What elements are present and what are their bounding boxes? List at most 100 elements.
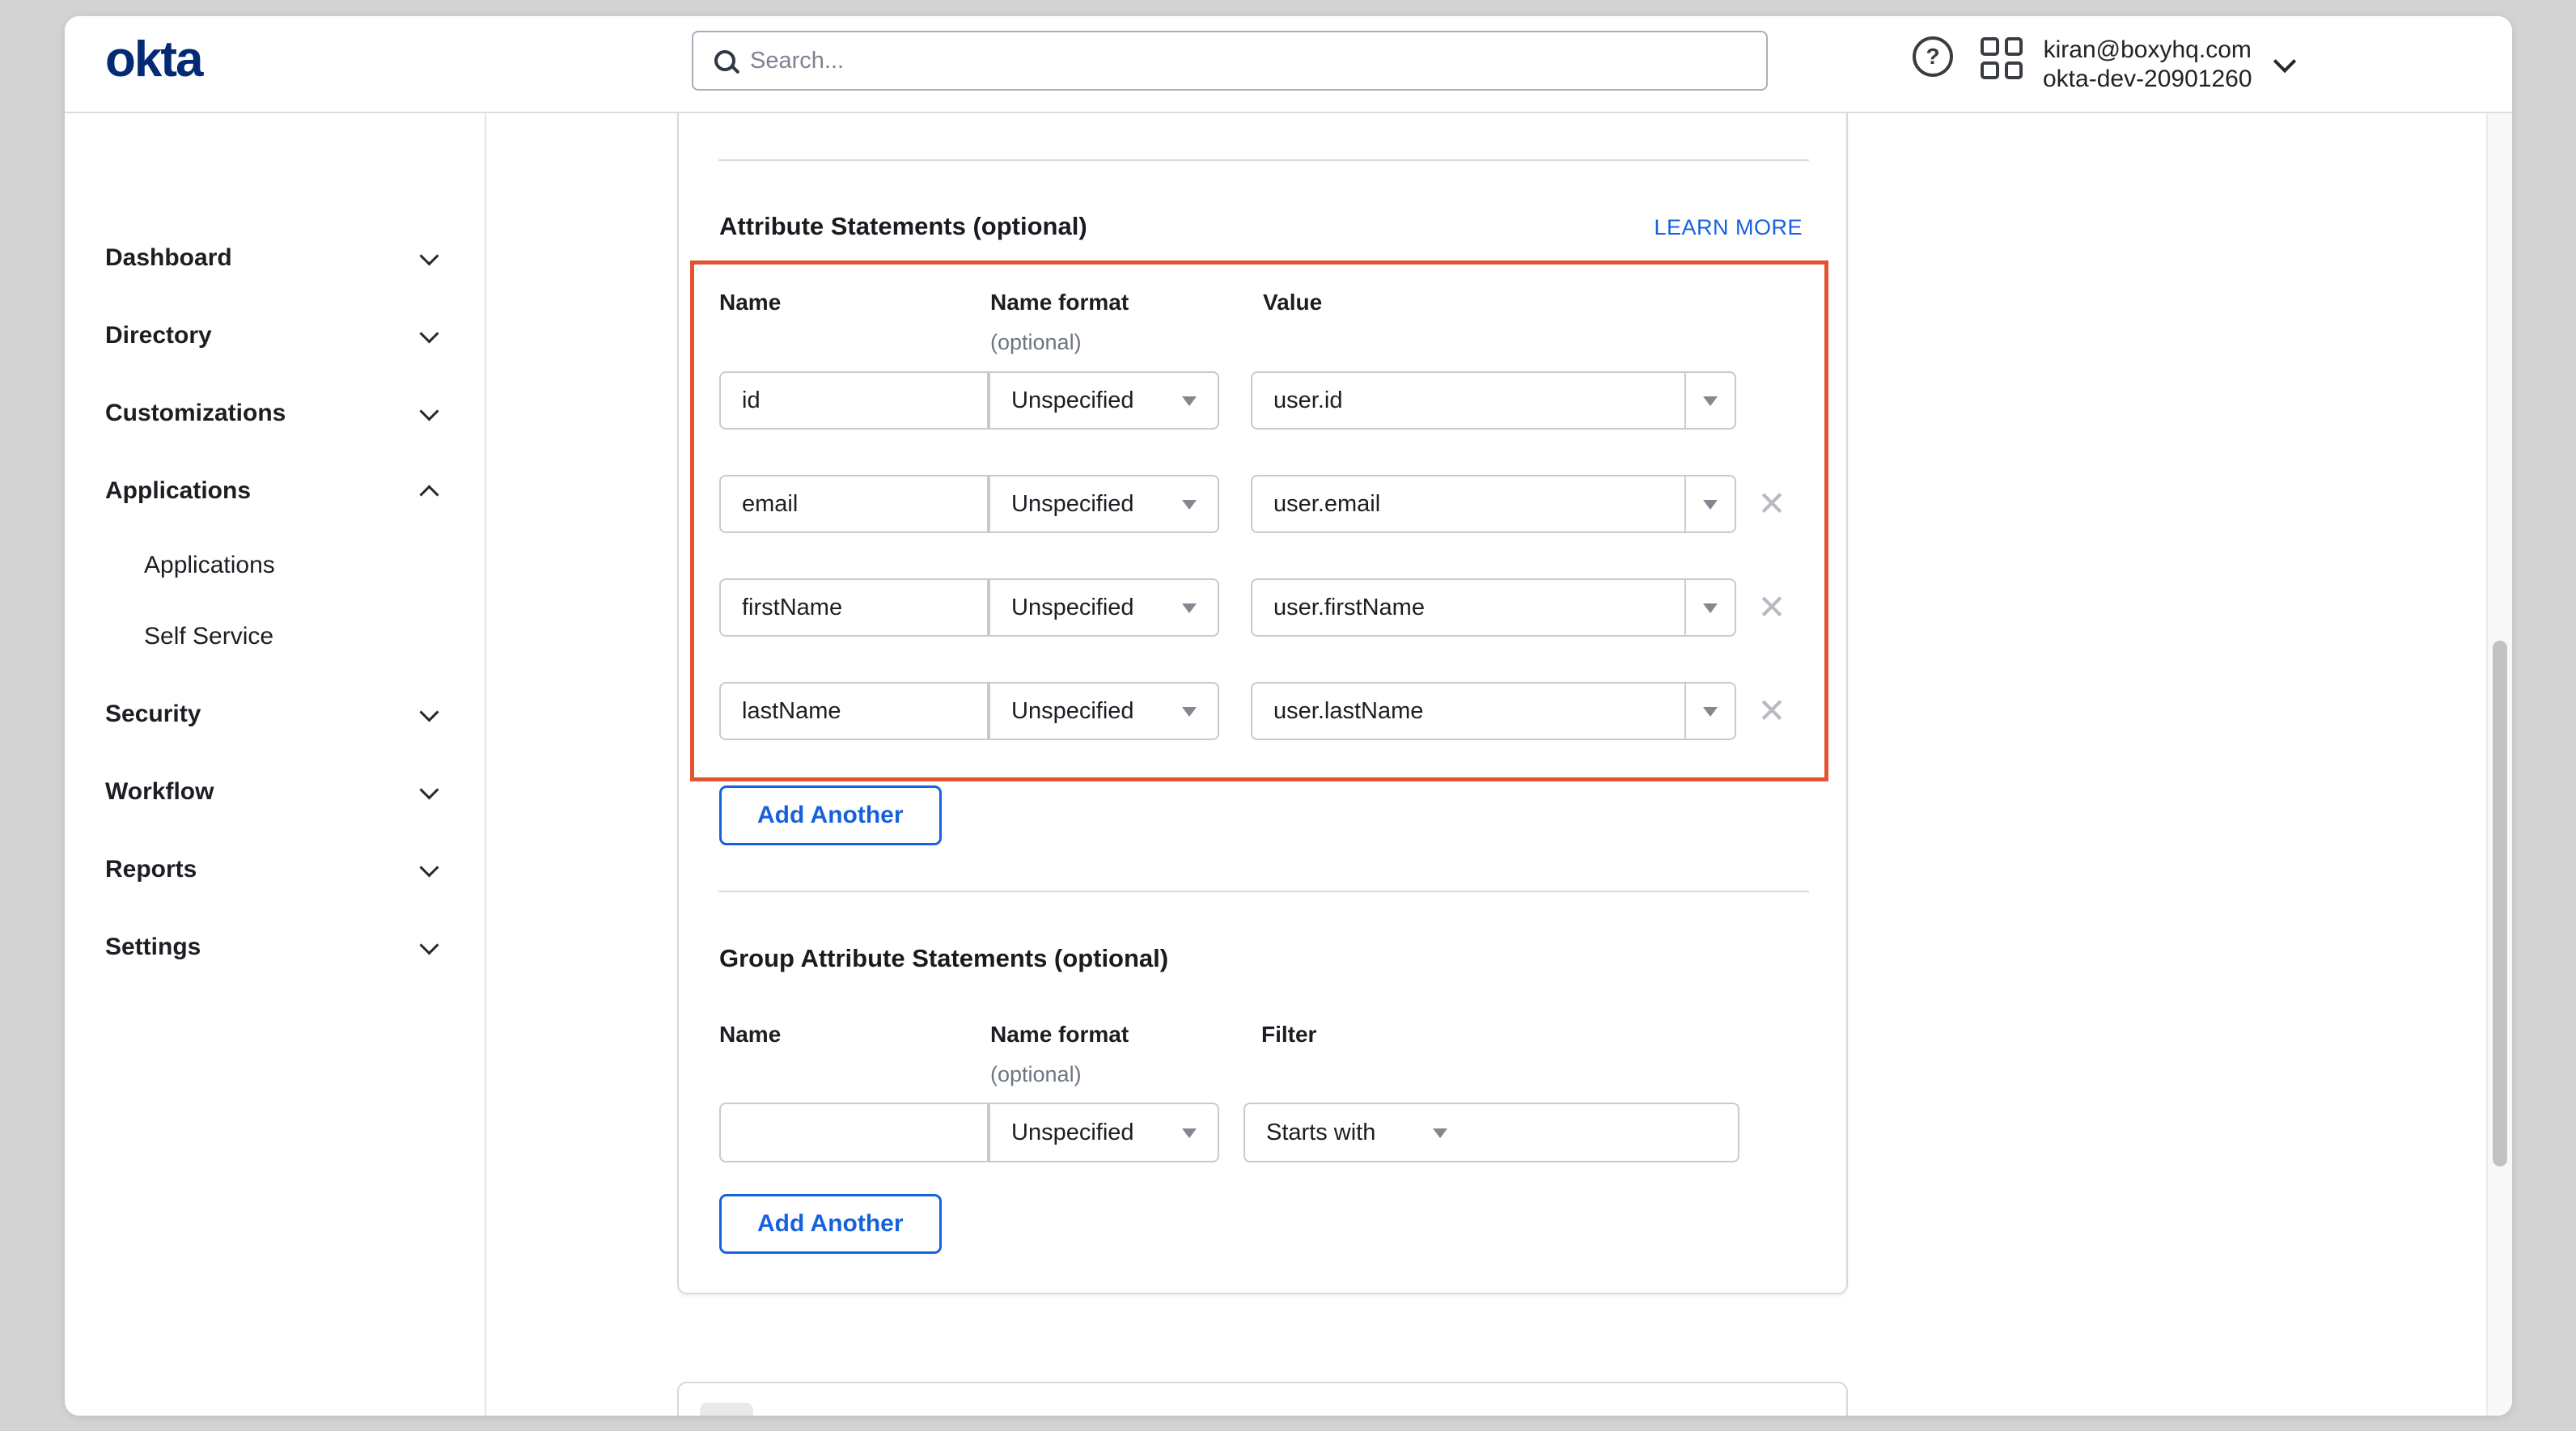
sidebar-item-directory[interactable]: Directory bbox=[65, 311, 485, 360]
sidebar-item-dashboard[interactable]: Dashboard bbox=[65, 234, 485, 282]
remove-row-button[interactable]: ✕ bbox=[1752, 692, 1791, 730]
column-header-filter: Filter bbox=[1261, 1022, 1316, 1048]
okta-logo[interactable]: okta bbox=[105, 36, 201, 84]
chevron-down-icon bbox=[419, 246, 439, 265]
grid-square bbox=[1981, 61, 1999, 80]
sidebar-item-label: Customizations bbox=[105, 400, 286, 427]
attribute-name-input[interactable] bbox=[719, 578, 989, 637]
section-divider bbox=[718, 891, 1809, 892]
column-header-name-format: Name format bbox=[990, 290, 1129, 315]
attribute-name-input[interactable] bbox=[719, 475, 989, 533]
search-input[interactable]: Search... bbox=[692, 31, 1768, 91]
scrollbar-thumb[interactable] bbox=[2493, 641, 2507, 1166]
dropdown-arrow-icon bbox=[1703, 500, 1718, 510]
next-section-card bbox=[677, 1382, 1848, 1416]
chevron-down-icon bbox=[419, 324, 439, 343]
sidebar-item-label: Applications bbox=[144, 552, 275, 579]
value-combobox[interactable]: user.email bbox=[1251, 475, 1736, 533]
chevron-down-icon bbox=[419, 702, 439, 722]
column-header-name: Name bbox=[719, 1022, 781, 1048]
grid-square bbox=[1981, 37, 1999, 56]
sidebar-item-security[interactable]: Security bbox=[65, 690, 485, 739]
search-icon bbox=[714, 50, 735, 71]
filter-type-select[interactable]: Starts with bbox=[1244, 1103, 1467, 1162]
group-attribute-statements-title: Group Attribute Statements (optional) bbox=[719, 944, 1168, 973]
add-another-group-button[interactable]: Add Another bbox=[719, 1194, 942, 1254]
topbar: okta Search... ? kiran@boxyhq.com okta-d… bbox=[65, 16, 2512, 113]
column-note-optional: (optional) bbox=[990, 1062, 1082, 1087]
attribute-statements-title: Attribute Statements (optional) bbox=[719, 212, 1087, 241]
group-attribute-row: Unspecified Starts with bbox=[679, 1103, 1846, 1162]
sidebar-item-self-service[interactable]: Self Service bbox=[65, 612, 485, 661]
sidebar-item-label: Directory bbox=[105, 322, 212, 349]
sidebar: Dashboard Directory Customizations Applicat… bbox=[65, 113, 486, 1416]
chevron-down-icon bbox=[2273, 50, 2295, 73]
dropdown-arrow-section[interactable] bbox=[1684, 476, 1735, 531]
remove-row-button[interactable]: ✕ bbox=[1752, 588, 1791, 627]
attribute-row: Unspecified user.id bbox=[679, 371, 1846, 430]
value-combobox[interactable]: user.lastName bbox=[1251, 682, 1736, 740]
group-name-input[interactable] bbox=[719, 1103, 989, 1162]
attribute-row: Unspecified user.email ✕ bbox=[679, 475, 1846, 533]
sidebar-item-applications[interactable]: Applications bbox=[65, 467, 485, 515]
account-email: kiran@boxyhq.com bbox=[2043, 36, 2252, 65]
value-text: user.id bbox=[1273, 387, 1342, 414]
name-format-value: Unspecified bbox=[1011, 595, 1134, 621]
grid-square bbox=[2005, 61, 2023, 80]
value-combobox[interactable]: user.firstName bbox=[1251, 578, 1736, 637]
sidebar-item-label: Reports bbox=[105, 856, 197, 883]
column-header-name-format: Name format bbox=[990, 1022, 1129, 1048]
help-icon[interactable]: ? bbox=[1913, 36, 1953, 77]
sidebar-item-reports[interactable]: Reports bbox=[65, 845, 485, 894]
remove-row-button[interactable]: ✕ bbox=[1752, 485, 1791, 523]
dropdown-arrow-icon bbox=[1182, 500, 1197, 510]
chevron-up-icon bbox=[419, 485, 439, 504]
attribute-name-input[interactable] bbox=[719, 371, 989, 430]
sidebar-item-label: Security bbox=[105, 701, 201, 728]
sidebar-item-settings[interactable]: Settings bbox=[65, 923, 485, 972]
dropdown-arrow-section[interactable] bbox=[1684, 580, 1735, 635]
column-note-optional: (optional) bbox=[990, 330, 1082, 355]
name-format-value: Unspecified bbox=[1011, 1120, 1134, 1146]
account-menu[interactable]: kiran@boxyhq.com okta-dev-20901260 bbox=[2043, 26, 2293, 104]
filter-value-input[interactable] bbox=[1465, 1103, 1739, 1162]
dropdown-arrow-icon bbox=[1182, 1128, 1197, 1138]
filter-type-value: Starts with bbox=[1266, 1120, 1375, 1146]
grid-square bbox=[2005, 37, 2023, 56]
dropdown-arrow-section[interactable] bbox=[1684, 373, 1735, 428]
dropdown-arrow-section[interactable] bbox=[1684, 684, 1735, 739]
chevron-down-icon bbox=[419, 935, 439, 955]
okta-admin-window: okta Search... ? kiran@boxyhq.com okta-d… bbox=[65, 16, 2512, 1416]
value-text: user.firstName bbox=[1273, 595, 1425, 621]
name-format-select[interactable]: Unspecified bbox=[989, 578, 1219, 637]
name-format-value: Unspecified bbox=[1011, 491, 1134, 518]
sidebar-item-label: Workflow bbox=[105, 778, 214, 806]
column-header-value: Value bbox=[1263, 290, 1322, 315]
value-text: user.email bbox=[1273, 491, 1380, 518]
sidebar-item-workflow[interactable]: Workflow bbox=[65, 768, 485, 816]
chevron-down-icon bbox=[419, 780, 439, 799]
sidebar-item-applications[interactable]: Applications bbox=[65, 541, 485, 590]
dropdown-arrow-icon bbox=[1703, 603, 1718, 613]
attribute-row: Unspecified user.firstName ✕ bbox=[679, 578, 1846, 637]
name-format-select[interactable]: Unspecified bbox=[989, 682, 1219, 740]
sidebar-item-label: Settings bbox=[105, 934, 201, 961]
attribute-name-input[interactable] bbox=[719, 682, 989, 740]
chevron-down-icon bbox=[419, 401, 439, 421]
group-name-format-select[interactable]: Unspecified bbox=[989, 1103, 1219, 1162]
value-combobox[interactable]: user.id bbox=[1251, 371, 1736, 430]
sidebar-item-label: Dashboard bbox=[105, 244, 232, 272]
dropdown-arrow-icon bbox=[1182, 396, 1197, 406]
column-header-name: Name bbox=[719, 290, 781, 315]
learn-more-link[interactable]: LEARN MORE bbox=[1654, 215, 1803, 240]
scrollbar-track[interactable] bbox=[2486, 113, 2512, 1416]
add-another-button[interactable]: Add Another bbox=[719, 785, 942, 845]
name-format-select[interactable]: Unspecified bbox=[989, 371, 1219, 430]
apps-grid-icon[interactable] bbox=[1981, 37, 2023, 79]
attribute-row: Unspecified user.lastName ✕ bbox=[679, 682, 1846, 740]
dropdown-arrow-icon bbox=[1182, 707, 1197, 717]
value-text: user.lastName bbox=[1273, 698, 1423, 725]
saml-settings-card: Attribute Statements (optional) LEARN MO… bbox=[677, 113, 1848, 1294]
name-format-select[interactable]: Unspecified bbox=[989, 475, 1219, 533]
sidebar-item-customizations[interactable]: Customizations bbox=[65, 389, 485, 438]
